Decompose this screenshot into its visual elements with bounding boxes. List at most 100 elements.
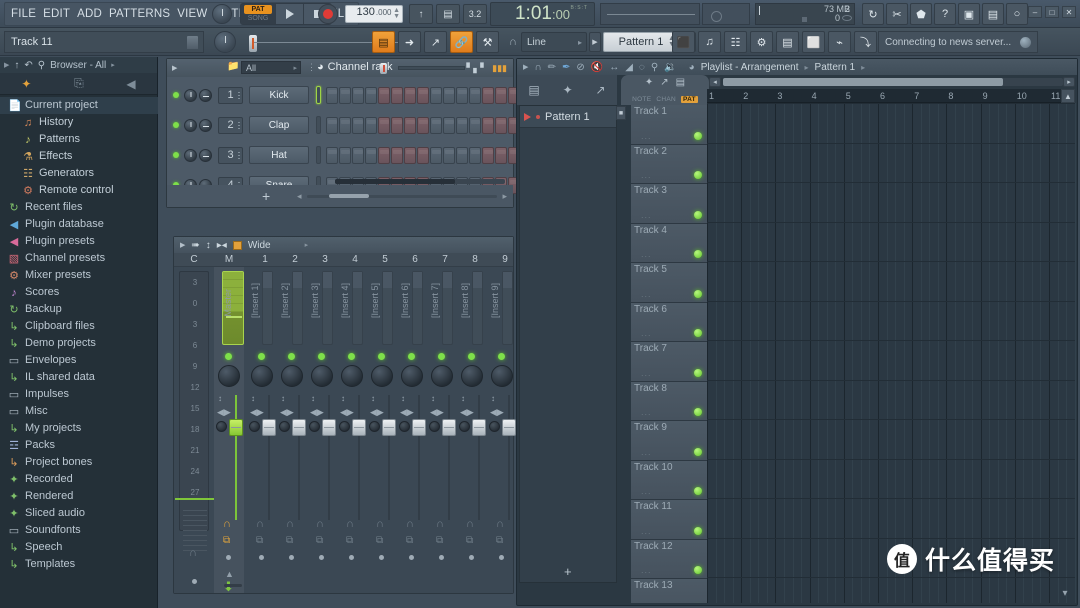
- playlist-grid[interactable]: [707, 103, 1076, 603]
- insert-pan-knob[interactable]: [371, 365, 393, 387]
- step-button[interactable]: [417, 116, 429, 134]
- mixer-color-swatch[interactable]: [232, 240, 242, 250]
- channel-grid-selector[interactable]: [316, 146, 321, 164]
- insert-clock-icon[interactable]: ⧉: [436, 535, 443, 546]
- help-icon[interactable]: ?: [934, 3, 956, 25]
- mixer-strip-5[interactable]: [Insert 5] ↕ ◀▶ ∩ ⧉: [368, 267, 397, 593]
- browser-item-il-shared-data[interactable]: ↳ IL shared data: [0, 369, 158, 386]
- browser-header[interactable]: ▶ ↑ ↶ ⚲ Browser - All ▸: [0, 57, 157, 73]
- globe-icon[interactable]: [1019, 36, 1032, 49]
- plugin-picker-button[interactable]: ⚒: [476, 31, 499, 53]
- playlist-track[interactable]: Track 12...: [631, 539, 707, 579]
- step-sequencer-button[interactable]: ▤: [372, 31, 395, 53]
- mixer-route-icon[interactable]: ➠: [191, 240, 199, 251]
- insert-fader-track[interactable]: [478, 395, 480, 520]
- master-output-arrow-icon[interactable]: ⬇: [223, 579, 234, 595]
- playlist-track-led[interactable]: [694, 289, 702, 298]
- insert-small-knob[interactable]: [429, 421, 440, 432]
- insert-fader-handle[interactable]: [262, 419, 276, 436]
- insert-headphone-icon[interactable]: ∩: [376, 518, 384, 530]
- tempo-field[interactable]: 130.000 ▲ ▼: [345, 5, 403, 23]
- clip-tab-chan[interactable]: CHAN: [656, 96, 676, 103]
- step-button[interactable]: [352, 146, 364, 164]
- insert-enable-led[interactable]: [348, 353, 355, 360]
- browser-item-scores[interactable]: ♪ Scores: [0, 284, 158, 301]
- mixer-track-name-field[interactable]: Track 11: [4, 31, 204, 53]
- zoom-tool-icon[interactable]: ⚲: [651, 62, 658, 73]
- insert-clock-icon[interactable]: ⧉: [406, 535, 413, 546]
- channel-name-button[interactable]: Clap: [249, 116, 309, 134]
- step-button[interactable]: [495, 116, 507, 134]
- insert-enable-led[interactable]: [438, 353, 445, 360]
- browser-item-project-bones[interactable]: ↳ Project bones: [0, 454, 158, 471]
- mixer-strip-8[interactable]: [Insert 8] ↕ ◀▶ ∩ ⧉: [458, 267, 487, 593]
- step-button[interactable]: [404, 146, 416, 164]
- step-button[interactable]: [391, 86, 403, 104]
- browser-back-icon[interactable]: ↶: [24, 60, 32, 71]
- step-button[interactable]: [365, 116, 377, 134]
- pattern-song-toggle[interactable]: PAT SONG: [241, 4, 275, 24]
- step-button[interactable]: [495, 86, 507, 104]
- stereo-sep-icon[interactable]: ↕: [491, 395, 495, 403]
- refresh-icon[interactable]: ↻: [862, 3, 884, 25]
- insert-headphone-icon[interactable]: ∩: [496, 518, 504, 530]
- clip-source-labels[interactable]: NOTE CHAN PAT: [621, 96, 709, 103]
- channel-pan-knob[interactable]: [184, 148, 197, 162]
- playlist-track[interactable]: Track 6...: [631, 302, 707, 342]
- step-button[interactable]: [339, 86, 351, 104]
- step-button[interactable]: [365, 86, 377, 104]
- insert-headphone-icon[interactable]: ∩: [256, 518, 264, 530]
- playlist-track[interactable]: Track 13...: [631, 579, 707, 603]
- browser-item-generators[interactable]: ☷ Generators: [0, 165, 158, 182]
- step-button[interactable]: [417, 86, 429, 104]
- insert-enable-led[interactable]: [318, 353, 325, 360]
- save-icon[interactable]: ▣: [958, 3, 980, 25]
- step-button[interactable]: [443, 86, 455, 104]
- channel-index-field[interactable]: 1: [218, 86, 243, 104]
- insert-pan-knob[interactable]: [401, 365, 423, 387]
- meter-icon[interactable]: ▘▖▘: [466, 63, 487, 74]
- mixer-strip-1[interactable]: [Insert 1] ↕ ◀▶ ∩ ⧉: [248, 267, 277, 593]
- playlist-track[interactable]: Track 4...: [631, 223, 707, 263]
- window-toggle-group[interactable]: ⬛♫☷⚙▤⬜⌁⤵➤: [672, 31, 903, 53]
- insert-clock-icon[interactable]: ⧉: [286, 535, 293, 546]
- mixer-strip-master[interactable]: Master ↕ ◀▶ ∩ ⧉ ▲⬇: [214, 267, 244, 595]
- note-clip-icon[interactable]: ✦: [645, 77, 653, 88]
- step-button[interactable]: [378, 116, 390, 134]
- news-status-bar[interactable]: Connecting to news server...: [878, 31, 1038, 53]
- insert-pan-knob[interactable]: [311, 365, 333, 387]
- step-button[interactable]: [443, 116, 455, 134]
- menu-item-file[interactable]: FILE: [11, 8, 36, 20]
- playlist-track[interactable]: Track 1...: [631, 105, 707, 145]
- stereo-sep-icon[interactable]: ↕: [218, 395, 222, 403]
- mixer-strip-9[interactable]: [Insert 9] ↕ ◀▶ ∩ ⧉: [488, 267, 517, 593]
- insert-enable-led[interactable]: [378, 353, 385, 360]
- master-fader-handle[interactable]: [229, 419, 243, 436]
- insert-small-knob[interactable]: [369, 421, 380, 432]
- insert-headphone-icon[interactable]: ∩: [436, 518, 444, 530]
- stereo-sep-icon[interactable]: ↕: [281, 395, 285, 403]
- insert-fader-handle[interactable]: [442, 419, 456, 436]
- pan-icon[interactable]: ◀▶: [490, 407, 504, 418]
- mixer-mode-caret-icon[interactable]: ▸: [305, 241, 309, 249]
- time-display[interactable]: 1:01:00 B:S:T: [490, 2, 595, 26]
- insert-small-knob[interactable]: [249, 421, 260, 432]
- channel-name-button[interactable]: Hat: [249, 146, 309, 164]
- step-button[interactable]: [326, 146, 338, 164]
- browser-menu-icon[interactable]: ▸: [111, 61, 115, 69]
- scroll-right-icon[interactable]: ▸: [502, 191, 507, 202]
- scroll-left-button[interactable]: ◂: [709, 77, 721, 87]
- browser-item-demo-projects[interactable]: ↳ Demo projects: [0, 335, 158, 352]
- playlist-breadcrumb-pattern[interactable]: Pattern 1: [815, 62, 856, 73]
- pan-icon[interactable]: ◀▶: [310, 407, 324, 418]
- pattern-play-icon[interactable]: [524, 112, 531, 121]
- master-pan-knob[interactable]: [218, 365, 240, 387]
- insert-headphone-icon[interactable]: ∩: [346, 518, 354, 530]
- step-button[interactable]: [482, 146, 494, 164]
- add-channel-button[interactable]: +: [262, 188, 270, 204]
- clip-source-tab[interactable]: ✦ ↗ ▤ NOTE CHAN PAT: [621, 75, 709, 105]
- channel-rack-right-icons[interactable]: ▘▖▘ ▮▮▮: [466, 63, 507, 74]
- browser-item-impulses[interactable]: ▭ Impulses: [0, 386, 158, 403]
- browser-button[interactable]: ⚙: [750, 31, 773, 53]
- insert-small-knob[interactable]: [489, 421, 500, 432]
